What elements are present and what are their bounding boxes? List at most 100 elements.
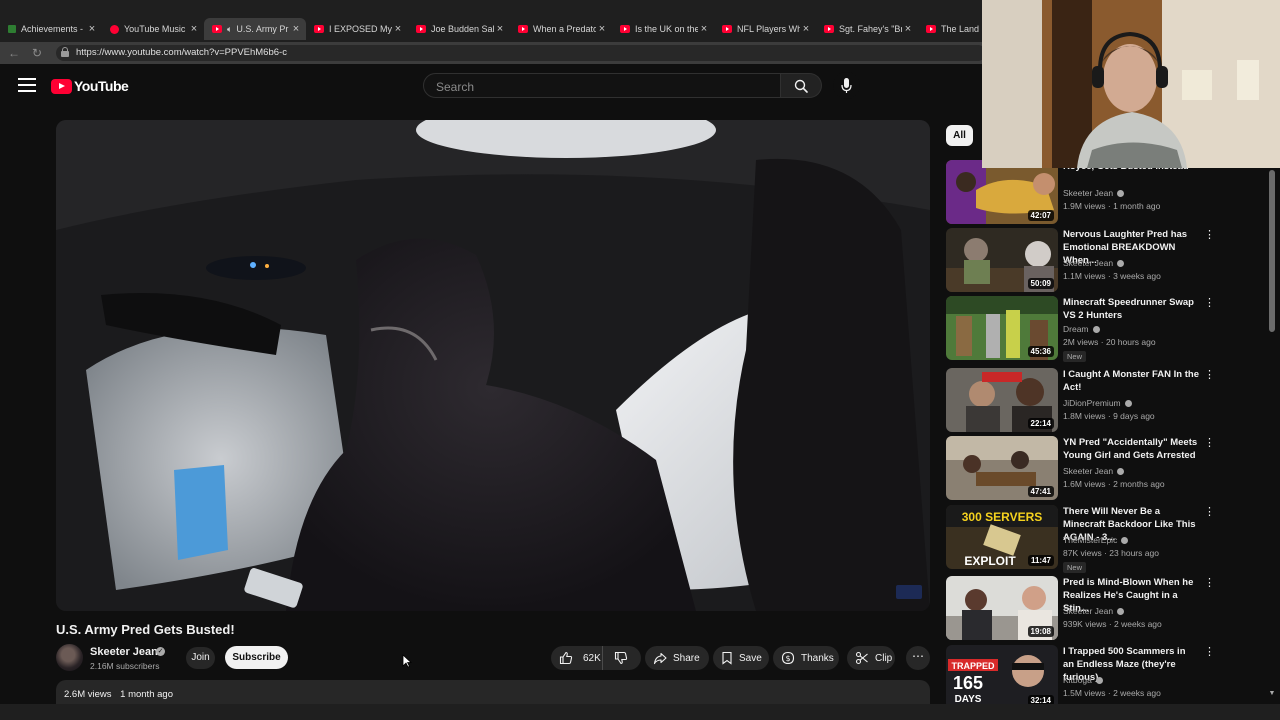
search-button[interactable] xyxy=(781,73,822,98)
close-tab-icon[interactable]: × xyxy=(596,23,608,35)
more-options-icon[interactable]: ⋮ xyxy=(1204,647,1215,658)
chip-all[interactable]: All xyxy=(946,125,973,146)
channel-name[interactable]: Skeeter Jean xyxy=(90,646,158,658)
reload-icon[interactable]: ↻ xyxy=(29,45,45,61)
recommendation-item[interactable]: 45:36 Minecraft Speedrunner Swap VS 2 Hu… xyxy=(946,296,1266,362)
video-player[interactable] xyxy=(56,120,930,611)
more-options-icon[interactable]: ⋮ xyxy=(1204,507,1215,518)
recommendation-channel[interactable]: Dream xyxy=(1063,324,1100,334)
subscribe-button[interactable]: Subscribe xyxy=(225,646,288,669)
tab-video[interactable]: I EXPOSED My Bo × xyxy=(306,18,408,40)
scrollbar-thumb[interactable] xyxy=(1269,170,1275,332)
thumbnail-text: EXPLOIT xyxy=(964,554,1016,568)
youtube-favicon-icon xyxy=(212,25,222,33)
more-options-icon[interactable]: ⋮ xyxy=(1204,578,1215,589)
channel-avatar[interactable] xyxy=(56,644,83,671)
save-button[interactable]: Save xyxy=(713,646,769,670)
search-icon xyxy=(794,79,808,93)
subscriber-count: 2.16M subscribers xyxy=(90,661,160,671)
recommendation-channel[interactable]: Skeeter Jean xyxy=(1063,466,1125,476)
more-options-icon[interactable]: ⋮ xyxy=(1204,298,1215,309)
recommendation-item[interactable]: TRAPPED 165 DAYS 32:14 I Trapped 500 Sca… xyxy=(946,645,1266,709)
tab-current-video[interactable]: 🔈︎ U.S. Army Pr × xyxy=(204,18,306,40)
close-tab-icon[interactable]: × xyxy=(494,23,506,35)
back-arrow-icon[interactable]: ← xyxy=(6,45,22,61)
video-duration: 42:07 xyxy=(1027,210,1054,221)
dislike-button[interactable] xyxy=(603,646,639,670)
webcam-overlay xyxy=(982,0,1280,168)
more-options-icon[interactable]: ⋮ xyxy=(1204,438,1215,449)
thanks-button[interactable]: $ Thanks xyxy=(773,646,839,670)
like-button[interactable]: 62K xyxy=(551,646,603,670)
recommendation-channel[interactable]: Skeeter Jean xyxy=(1063,258,1125,268)
share-button[interactable]: Share xyxy=(645,646,709,670)
more-actions-icon[interactable]: ⋯ xyxy=(906,646,930,670)
webcam-feed xyxy=(982,0,1280,168)
channel-name: Dream xyxy=(1063,324,1089,334)
tab-video[interactable]: When a Predator × xyxy=(510,18,612,40)
close-tab-icon[interactable]: × xyxy=(902,23,914,35)
recommendation-channel[interactable]: Skeeter Jean xyxy=(1063,188,1125,198)
tab-video[interactable]: NFL Players Who × xyxy=(714,18,816,40)
recommendation-channel[interactable]: JiDionPremium xyxy=(1063,398,1132,408)
recommendation-meta: 1.9M views · 1 month ago xyxy=(1063,201,1161,211)
recommendation-meta: 2M views · 20 hours ago xyxy=(1063,337,1156,347)
close-tab-icon[interactable]: × xyxy=(86,23,98,35)
video-thumbnail[interactable]: 19:08 xyxy=(946,576,1058,640)
close-tab-icon[interactable]: × xyxy=(188,23,200,35)
recommendation-item[interactable]: 19:08 Pred is Mind-Blown When he Realize… xyxy=(946,576,1266,640)
voice-search-button[interactable] xyxy=(833,72,860,99)
scroll-down-arrow-icon[interactable]: ▼ xyxy=(1268,690,1276,698)
youtube-favicon-icon xyxy=(926,25,936,33)
recommendation-item[interactable]: 300 SERVERS EXPLOIT 11:47 There Will Nev… xyxy=(946,505,1266,573)
verified-check-icon: ✓ xyxy=(156,647,165,656)
tab-video[interactable]: Joe Budden Salut × xyxy=(408,18,510,40)
tab-title: NFL Players Who xyxy=(737,24,800,34)
video-thumbnail[interactable]: 300 SERVERS EXPLOIT 11:47 xyxy=(946,505,1058,569)
recommendation-item[interactable]: 50:09 Nervous Laughter Pred has Emotiona… xyxy=(946,228,1266,292)
video-thumbnail[interactable]: 45:36 xyxy=(946,296,1058,360)
clip-button[interactable]: Clip xyxy=(847,646,895,670)
recommendation-channel[interactable]: Skeeter Jean xyxy=(1063,606,1125,616)
youtube-logo[interactable]: YouTube xyxy=(51,78,129,94)
search-input[interactable] xyxy=(434,78,768,96)
tab-achievements[interactable]: Achievements - R × xyxy=(0,18,102,40)
hamburger-menu-icon[interactable] xyxy=(18,78,36,92)
svg-text:$: $ xyxy=(785,654,790,663)
thumbnail-text: 165 xyxy=(953,673,983,693)
recommendation-item[interactable]: 22:14 I Caught A Monster FAN In the Act!… xyxy=(946,368,1266,432)
video-thumbnail[interactable]: 42:07 xyxy=(946,160,1058,224)
address-bar[interactable]: https://www.youtube.com/watch?v=PPVEhM6b… xyxy=(56,45,986,61)
recommendation-channel[interactable]: TheMisterEpic xyxy=(1063,535,1129,545)
recommendation-title[interactable]: YN Pred "Accidentally" Meets Young Girl … xyxy=(1063,436,1199,462)
video-duration: 50:09 xyxy=(1027,278,1054,289)
more-options-icon[interactable]: ⋮ xyxy=(1204,230,1215,241)
channel-name: JiDionPremium xyxy=(1063,398,1121,408)
join-button[interactable]: Join xyxy=(186,647,215,669)
tab-title: Joe Budden Salut xyxy=(431,24,494,34)
tab-audio-icon[interactable]: 🔈︎ xyxy=(227,24,232,35)
video-thumbnail[interactable]: 50:09 xyxy=(946,228,1058,292)
video-duration: 47:41 xyxy=(1027,486,1054,497)
recommendation-item[interactable]: 47:41 YN Pred "Accidentally" Meets Young… xyxy=(946,436,1266,500)
recommendation-title[interactable]: Minecraft Speedrunner Swap VS 2 Hunters xyxy=(1063,296,1199,322)
video-thumbnail[interactable]: 22:14 xyxy=(946,368,1058,432)
recommendation-title[interactable]: I Caught A Monster FAN In the Act! xyxy=(1063,368,1199,394)
video-thumbnail[interactable]: 47:41 xyxy=(946,436,1058,500)
close-tab-icon[interactable]: × xyxy=(800,23,812,35)
logo-text: YouTube xyxy=(74,78,129,94)
recommendation-item[interactable]: 42:07 Royce, Gets Busted Instead Skeeter… xyxy=(946,160,1266,224)
sidebar-scrollbar[interactable] xyxy=(1268,168,1276,700)
tab-video[interactable]: Sgt. Fahey's "Bro × xyxy=(816,18,918,40)
tab-video[interactable]: Is the UK on the × xyxy=(612,18,714,40)
close-tab-icon[interactable]: × xyxy=(698,23,710,35)
close-tab-icon[interactable]: × xyxy=(392,23,404,35)
recommendation-channel[interactable]: Kitboga xyxy=(1063,675,1103,685)
close-tab-icon[interactable]: × xyxy=(290,23,302,35)
youtube-favicon-icon xyxy=(416,25,426,33)
video-thumbnail[interactable]: TRAPPED 165 DAYS 32:14 xyxy=(946,645,1058,709)
tab-youtube-music[interactable]: YouTube Music × xyxy=(102,18,204,40)
video-duration: 19:08 xyxy=(1027,626,1054,637)
url-text[interactable]: https://www.youtube.com/watch?v=PPVEhM6b… xyxy=(76,47,287,58)
more-options-icon[interactable]: ⋮ xyxy=(1204,370,1215,381)
